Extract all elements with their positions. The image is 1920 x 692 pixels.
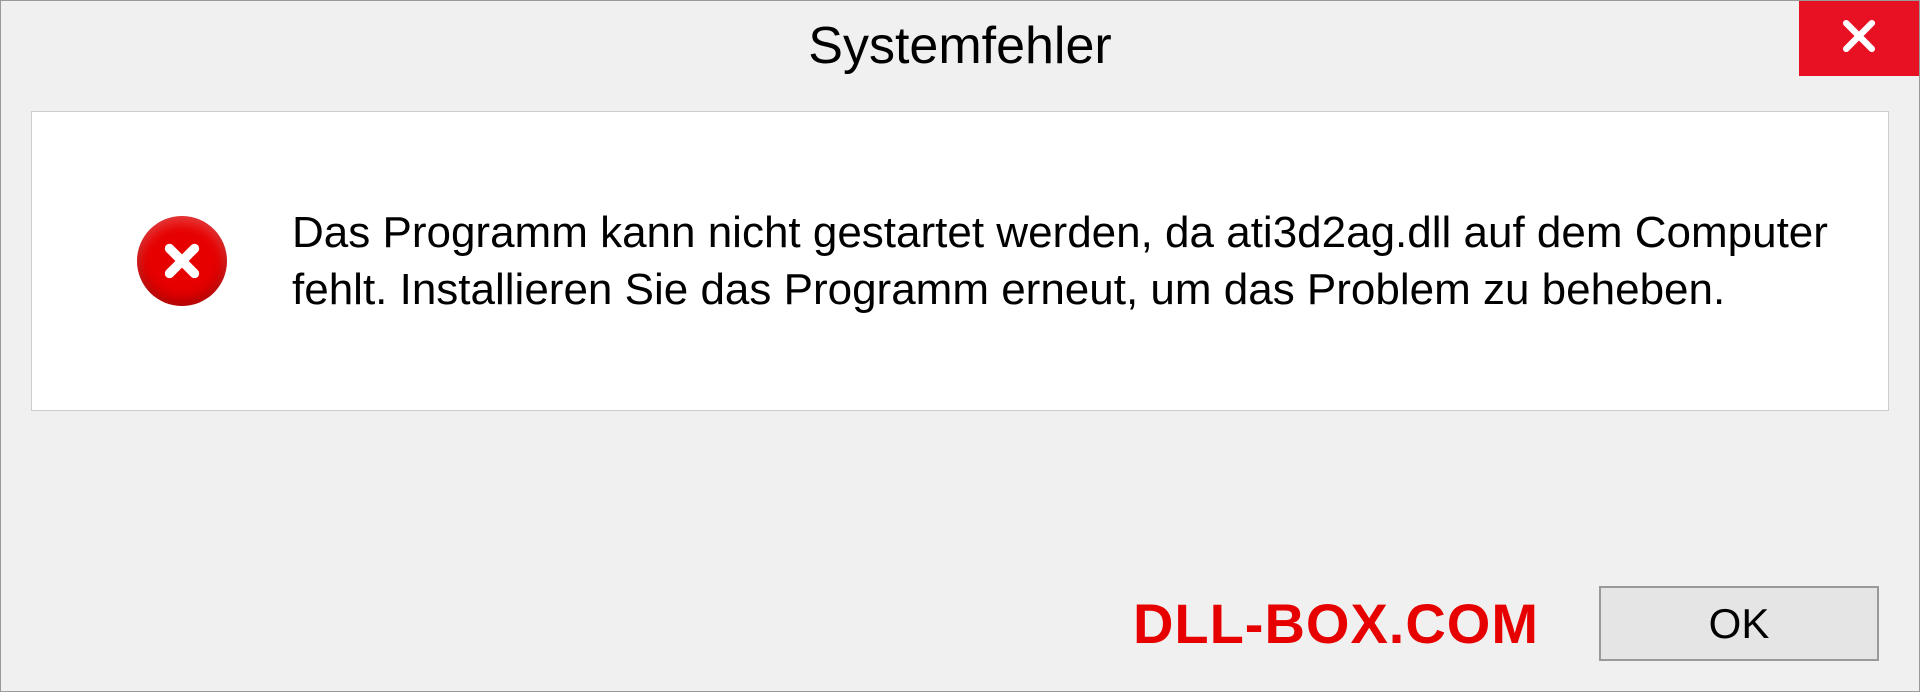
dialog-content: Das Programm kann nicht gestartet werden… bbox=[31, 111, 1889, 411]
ok-button[interactable]: OK bbox=[1599, 586, 1879, 661]
close-button[interactable] bbox=[1799, 1, 1919, 76]
close-icon bbox=[1837, 14, 1881, 63]
error-icon bbox=[132, 211, 232, 311]
dialog-title: Systemfehler bbox=[808, 16, 1111, 76]
watermark-text: DLL-BOX.COM bbox=[1133, 591, 1539, 656]
titlebar: Systemfehler bbox=[1, 1, 1919, 91]
dialog-footer: DLL-BOX.COM OK bbox=[1, 586, 1919, 661]
error-message: Das Programm kann nicht gestartet werden… bbox=[292, 204, 1828, 318]
